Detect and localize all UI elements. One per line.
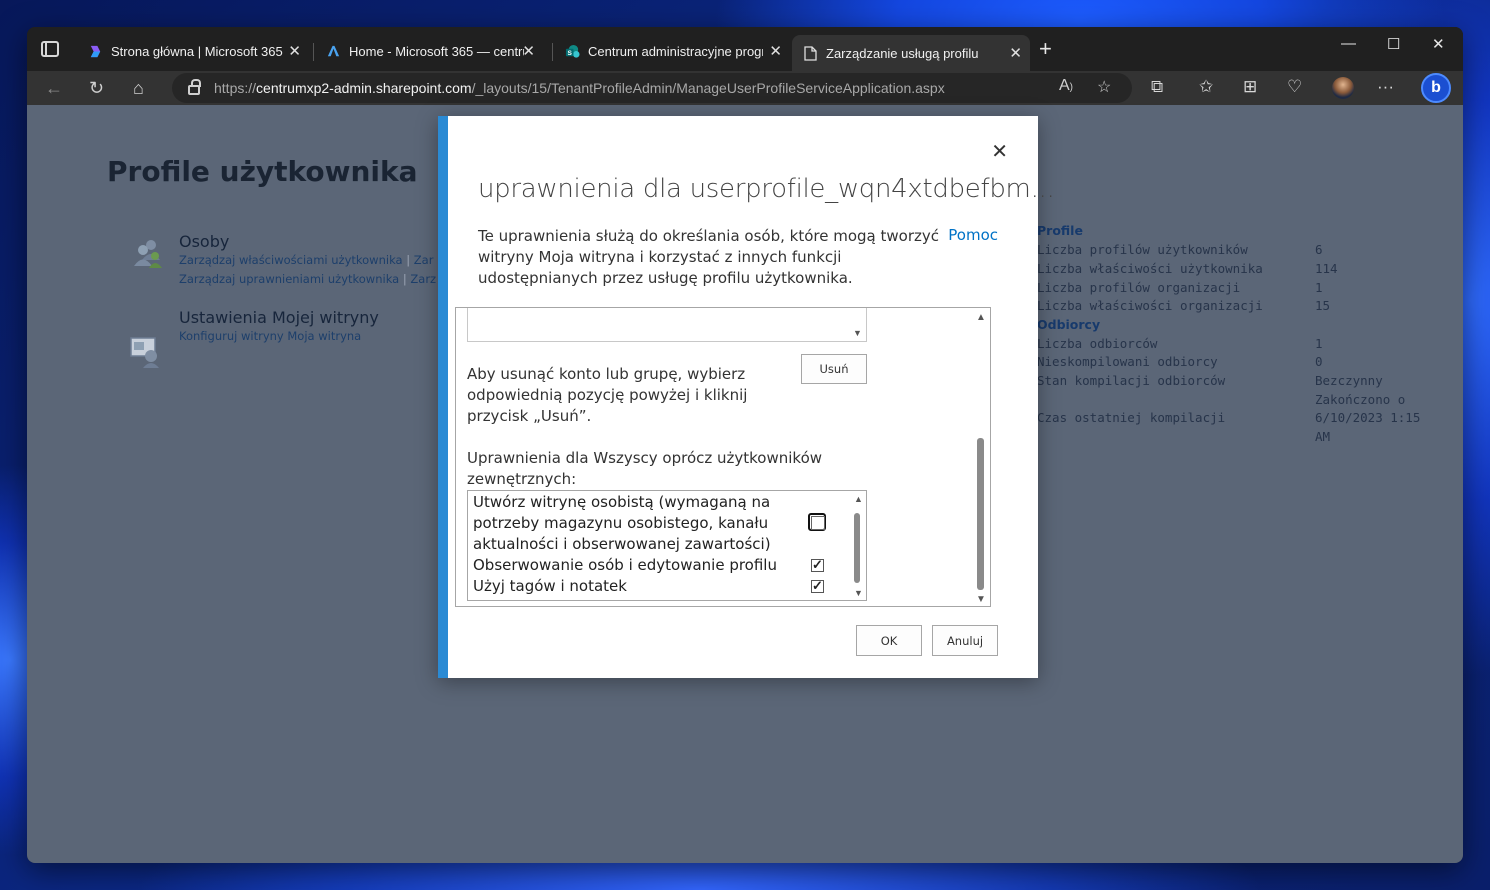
ok-button[interactable]: OK <box>856 625 922 656</box>
permissions-scrollbar[interactable] <box>854 513 860 583</box>
stat-value: AM <box>1315 429 1331 444</box>
my-site-heading: Ustawienia Mojej witryny <box>179 308 379 327</box>
people-heading: Osoby <box>179 232 230 251</box>
permissions-list[interactable]: Utwórz witrynę osobistą (wymaganą na pot… <box>467 490 867 601</box>
permissions-dialog: ✕ uprawnienia dla userprofile_wqn4xtdbef… <box>438 116 1055 678</box>
address-toolbar: ← ↻ ⌂ https://centrumxp2-admin.sharepoin… <box>27 71 1463 105</box>
new-tab-icon[interactable]: + <box>1039 37 1052 61</box>
panel-scrollbar[interactable] <box>977 438 984 590</box>
tab-strip: Strona główna | Microsoft 365 ✕ Home - M… <box>27 27 1463 71</box>
minimize-icon[interactable]: — <box>1341 35 1356 52</box>
permission-tags-notes: Użyj tagów i notatek <box>473 577 627 595</box>
permission-follow-people: Obserwowanie osób i edytowanie profilu <box>473 556 777 574</box>
address-bar[interactable]: https://centrumxp2-admin.sharepoint.com/… <box>172 73 1132 103</box>
page-title: Profile użytkownika <box>107 155 418 188</box>
stat-value: 15 <box>1315 298 1331 313</box>
tab-sharepoint-admin[interactable]: S Centrum administracyjne progra ✕ <box>554 35 790 67</box>
scroll-up-icon[interactable]: ▲ <box>854 494 863 504</box>
tab-divider <box>313 43 314 61</box>
page-icon <box>802 45 818 61</box>
my-site-settings-icon <box>130 337 159 368</box>
back-icon[interactable]: ← <box>45 76 63 100</box>
dialog-title: uprawnienia dla userprofile_wqn4xtdbefbm… <box>478 174 1055 204</box>
create-personal-site-checkbox[interactable] <box>808 513 826 531</box>
maximize-icon[interactable]: ☐ <box>1387 35 1400 53</box>
permission-create-personal-site: Utwórz witrynę osobistą (wymaganą na pot… <box>473 493 771 553</box>
scroll-down-icon[interactable]: ▼ <box>854 588 863 598</box>
favorite-star-icon[interactable]: ☆ <box>1097 77 1111 97</box>
remove-button[interactable]: Usuń <box>801 354 867 384</box>
bing-copilot-icon[interactable]: b <box>1421 73 1451 103</box>
stat-label: Stan kompilacji odbiorców <box>1037 373 1226 388</box>
m365-copilot-icon <box>87 43 103 59</box>
stat-value: 0 <box>1315 354 1323 369</box>
help-link[interactable]: Pomoc <box>948 226 998 244</box>
manage-user-permissions-link[interactable]: Zarządzaj uprawnieniami użytkownika | Za… <box>179 272 436 286</box>
extensions-icon[interactable]: ⧉ <box>1151 77 1163 97</box>
admin-center-icon <box>325 43 341 59</box>
stat-value: 6/10/2023 1:15 <box>1315 410 1421 425</box>
remove-instructions: Aby usunąć konto lub grupę, wybierz odpo… <box>467 365 748 425</box>
refresh-icon[interactable]: ↻ <box>89 76 104 100</box>
profiles-heading: Profile <box>1037 223 1083 238</box>
url-text[interactable]: https://centrumxp2-admin.sharepoint.com/… <box>214 80 945 96</box>
tab-label: Centrum administracyjne progra <box>588 43 763 59</box>
sharepoint-icon: S <box>564 43 580 59</box>
close-icon[interactable]: ✕ <box>288 42 301 60</box>
stat-label: Liczba odbiorców <box>1037 336 1158 351</box>
close-icon[interactable]: ✕ <box>769 42 782 60</box>
tab-admin-home[interactable]: Home - Microsoft 365 — centrum ✕ <box>315 35 543 67</box>
stat-value: 1 <box>1315 280 1323 295</box>
accounts-list[interactable]: ▼ <box>467 308 867 342</box>
tab-profile-service[interactable]: Zarządzanie usługą profilu ✕ <box>792 35 1030 71</box>
follow-people-checkbox[interactable] <box>811 557 824 573</box>
close-icon[interactable]: ✕ <box>991 142 1008 162</box>
tab-m365-home[interactable]: Strona główna | Microsoft 365 ✕ <box>77 35 309 67</box>
tags-notes-checkbox[interactable] <box>811 578 824 594</box>
tab-label: Strona główna | Microsoft 365 <box>111 43 283 59</box>
configure-my-sites-link[interactable]: Konfiguruj witryny Moja witryna <box>179 329 361 343</box>
stat-label: Nieskompilowani odbiorcy <box>1037 354 1218 369</box>
lock-icon[interactable] <box>188 79 201 95</box>
svg-text:S: S <box>567 49 572 56</box>
stat-value: 6 <box>1315 242 1323 257</box>
stat-label: Liczba profilów użytkowników <box>1037 242 1248 257</box>
tab-label: Home - Microsoft 365 — centrum <box>349 43 524 59</box>
permissions-label: Uprawnienia dla Wszyscy oprócz użytkowni… <box>467 449 823 488</box>
permissions-panel[interactable]: ▼ Aby usunąć konto lub grupę, wybierz od… <box>455 307 991 607</box>
collections-icon[interactable]: ⊞ <box>1243 77 1257 97</box>
performance-icon[interactable]: ♡ <box>1287 77 1302 97</box>
people-icon <box>134 240 162 268</box>
home-icon[interactable]: ⌂ <box>133 76 144 100</box>
read-aloud-icon[interactable]: A) <box>1059 77 1073 95</box>
stat-label: Liczba właściwości użytkownika <box>1037 261 1263 276</box>
cancel-button[interactable]: Anuluj <box>932 625 998 656</box>
stat-label: Liczba profilów organizacji <box>1037 280 1241 295</box>
tab-actions-icon[interactable] <box>41 41 59 57</box>
panel-scroll-down-icon[interactable]: ▼ <box>976 594 986 605</box>
audiences-heading: Odbiorcy <box>1037 317 1101 332</box>
manage-user-properties-link[interactable]: Zarządzaj właściwościami użytkownika | Z… <box>179 253 433 267</box>
profile-avatar[interactable] <box>1332 77 1354 99</box>
close-icon[interactable]: ✕ <box>1009 44 1022 62</box>
close-icon[interactable]: ✕ <box>522 42 535 60</box>
stat-label: Czas ostatniej kompilacji <box>1037 410 1226 425</box>
stat-value: Bezczynny <box>1315 373 1383 388</box>
favorites-icon[interactable]: ✩ <box>1199 77 1213 97</box>
tab-label: Zarządzanie usługą profilu <box>826 45 979 61</box>
stat-value: Zakończono o <box>1315 392 1406 407</box>
panel-scroll-up-icon[interactable]: ▲ <box>976 312 986 323</box>
window-close-icon[interactable]: ✕ <box>1432 35 1445 53</box>
stat-label: Liczba właściwości organizacji <box>1037 298 1263 313</box>
dialog-description: Te uprawnienia służą do określania osób,… <box>478 227 939 287</box>
tab-divider <box>552 43 553 61</box>
stat-value: 114 <box>1315 261 1338 276</box>
stat-value: 1 <box>1315 336 1323 351</box>
more-icon[interactable]: ··· <box>1377 77 1394 97</box>
scroll-down-icon[interactable]: ▼ <box>853 328 862 338</box>
